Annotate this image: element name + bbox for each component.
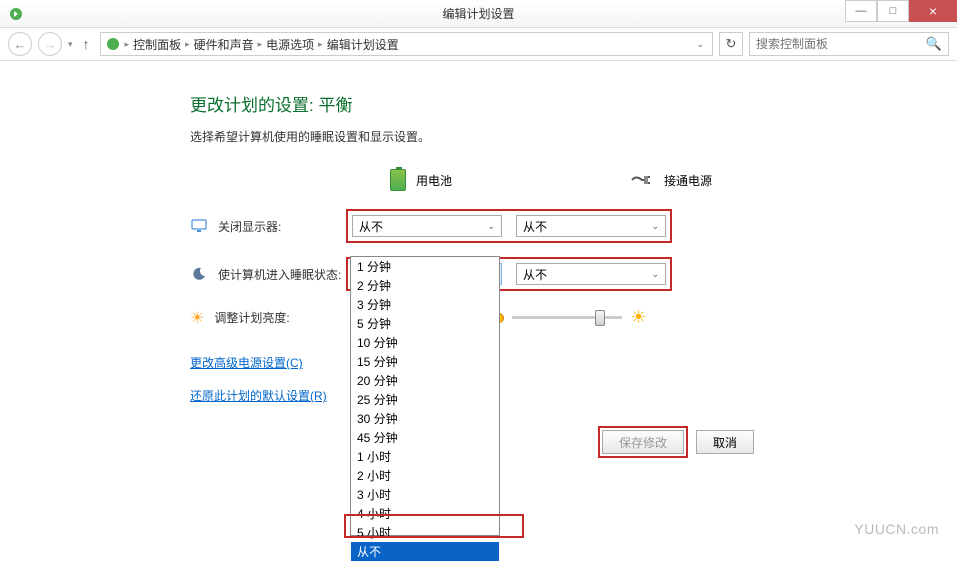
brightness-label: 调整计划亮度: (214, 309, 336, 326)
dropdown-value: 从不 (523, 218, 547, 235)
chevron-right-icon: ▸ (318, 39, 323, 50)
dropdown-option[interactable]: 25 分钟 (351, 390, 499, 409)
chevron-down-icon: ⌄ (487, 221, 495, 232)
maximize-button[interactable]: □ (877, 0, 909, 22)
window-title: 编辑计划设置 (442, 5, 514, 22)
chevron-down-icon: ⌄ (651, 269, 659, 280)
dropdown-option[interactable]: 5 分钟 (351, 314, 499, 333)
chevron-right-icon: ▸ (125, 39, 130, 50)
forward-button[interactable]: → (38, 32, 62, 56)
breadcrumb-icon (105, 36, 121, 52)
breadcrumb-item[interactable]: 控制面板 (133, 36, 181, 53)
display-off-row: 关闭显示器: 从不 ⌄ 从不 ⌄ (190, 211, 917, 241)
dropdown-option[interactable]: 5 小时 (351, 523, 499, 542)
sleep-row: 使计算机进入睡眠状态: 从不 ⌄ 从不 ⌄ (190, 259, 917, 289)
dropdown-option[interactable]: 20 分钟 (351, 371, 499, 390)
plugged-column: 接通电源 (630, 172, 790, 189)
refresh-button[interactable]: ↻ (719, 32, 743, 56)
chevron-right-icon: ▸ (185, 39, 190, 50)
dropdown-option[interactable]: 2 小时 (351, 466, 499, 485)
dropdown-option[interactable]: 45 分钟 (351, 428, 499, 447)
chevron-right-icon: ▸ (258, 39, 263, 50)
dropdown-option[interactable]: 2 分钟 (351, 276, 499, 295)
dropdown-option[interactable]: 15 分钟 (351, 352, 499, 371)
save-highlight: 保存修改 (600, 428, 686, 456)
breadcrumb-dropdown-icon[interactable]: ⌄ (692, 39, 708, 50)
brightness-slider[interactable] (512, 316, 622, 319)
dropdown-option[interactable]: 3 小时 (351, 485, 499, 504)
sleep-plugged-dropdown[interactable]: 从不 ⌄ (516, 263, 666, 285)
watermark: YUUCN.com (854, 521, 939, 537)
cancel-button[interactable]: 取消 (696, 430, 754, 454)
column-headers: 用电池 接通电源 (390, 169, 917, 191)
search-input[interactable] (756, 37, 926, 51)
battery-icon (390, 169, 406, 191)
footer-buttons: 保存修改 取消 (600, 428, 917, 456)
advanced-settings-link[interactable]: 更改高级电源设置(C) (190, 354, 917, 371)
dropdown-option[interactable]: 30 分钟 (351, 409, 499, 428)
plug-icon (630, 173, 654, 187)
sun-icon: ☀ (190, 308, 204, 328)
dropdown-option-selected[interactable]: 从不 (351, 542, 499, 561)
back-button[interactable]: ← (8, 32, 32, 56)
dropdown-option[interactable]: 3 分钟 (351, 295, 499, 314)
moon-icon (190, 265, 208, 283)
brightness-row: ☀ 调整计划亮度: ☀ (190, 307, 917, 328)
dropdown-option[interactable]: 4 小时 (351, 504, 499, 523)
battery-label: 用电池 (416, 172, 452, 189)
close-button[interactable]: × (909, 0, 957, 22)
breadcrumb[interactable]: ▸ 控制面板 ▸ 硬件和声音 ▸ 电源选项 ▸ 编辑计划设置 ⌄ (100, 32, 713, 56)
dropdown-option[interactable]: 1 小时 (351, 447, 499, 466)
navbar: ← → ▾ ↑ ▸ 控制面板 ▸ 硬件和声音 ▸ 电源选项 ▸ 编辑计划设置 ⌄… (0, 28, 957, 61)
plugged-label: 接通电源 (664, 172, 712, 189)
display-battery-dropdown[interactable]: 从不 ⌄ (352, 215, 502, 237)
minimize-button[interactable]: — (845, 0, 877, 22)
display-off-label: 关闭显示器: (218, 218, 348, 235)
titlebar: 编辑计划设置 — □ × (0, 0, 957, 28)
breadcrumb-item[interactable]: 硬件和声音 (194, 36, 254, 53)
dropdown-option[interactable]: 10 分钟 (351, 333, 499, 352)
restore-defaults-link[interactable]: 还原此计划的默认设置(R) (190, 387, 917, 404)
slider-thumb[interactable] (595, 310, 605, 326)
page-subtitle: 选择希望计算机使用的睡眠设置和显示设置。 (190, 128, 917, 145)
save-button[interactable]: 保存修改 (602, 430, 684, 454)
chevron-down-icon: ⌄ (651, 221, 659, 232)
search-icon[interactable]: 🔍 (926, 36, 942, 52)
window-controls: — □ × (845, 0, 957, 22)
dropdown-option[interactable]: 1 分钟 (351, 257, 499, 276)
dropdown-value: 从不 (523, 266, 547, 283)
app-icon (8, 6, 24, 22)
breadcrumb-item[interactable]: 编辑计划设置 (327, 36, 399, 53)
dropdown-options-list[interactable]: 1 分钟 2 分钟 3 分钟 5 分钟 10 分钟 15 分钟 20 分钟 25… (350, 256, 500, 536)
sleep-label: 使计算机进入睡眠状态: (218, 266, 348, 283)
display-plugged-dropdown[interactable]: 从不 ⌄ (516, 215, 666, 237)
dropdown-value: 从不 (359, 218, 383, 235)
monitor-icon (190, 217, 208, 235)
sun-large-icon: ☀ (630, 307, 646, 328)
history-dropdown-icon[interactable]: ▾ (68, 39, 73, 50)
up-button[interactable]: ↑ (79, 36, 94, 52)
breadcrumb-item[interactable]: 电源选项 (266, 36, 314, 53)
search-box[interactable]: 🔍 (749, 32, 949, 56)
page-title: 更改计划的设置: 平衡 (190, 91, 917, 116)
brightness-slider-plugged: ☀ (494, 307, 646, 328)
display-dropdowns: 从不 ⌄ 从不 ⌄ (348, 211, 670, 241)
battery-column: 用电池 (390, 169, 550, 191)
